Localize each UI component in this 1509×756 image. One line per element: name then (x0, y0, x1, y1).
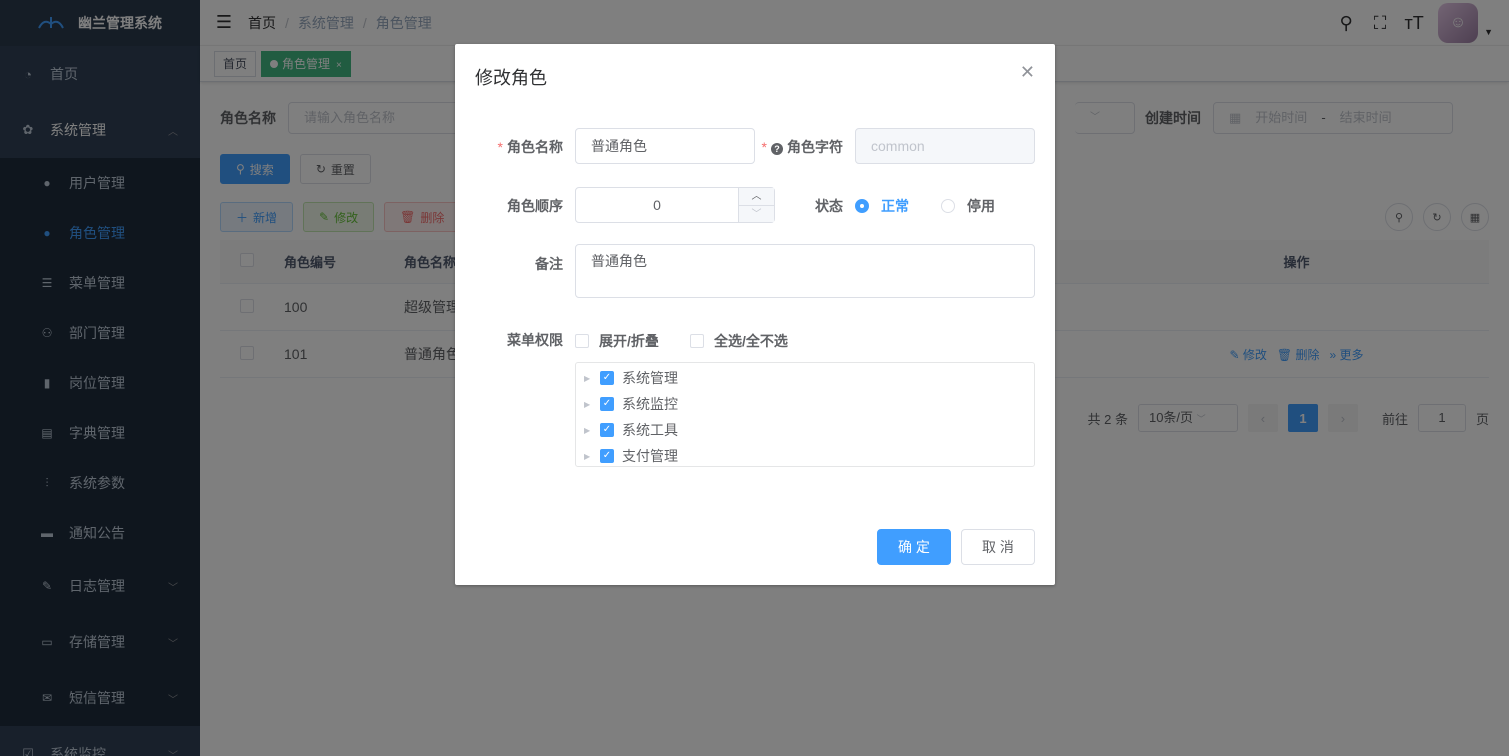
select-all-checkbox[interactable]: 全选/全不选 (690, 331, 788, 351)
close-icon[interactable]: ✕ (1020, 62, 1035, 83)
edit-role-dialog: 修改角色 ✕ * 角色名称 普通角色 *? 角色字符 common 角色顺序 0 ︿… (455, 44, 1055, 585)
status-radio-normal[interactable]: 正常 (855, 196, 909, 216)
radio-checked-icon (855, 199, 869, 213)
menu-tree: ▶ ✓ 系统管理 ▶ ✓ 系统监控 ▶ ✓ 系统工具 ▶ ✓ 支付管理 (575, 362, 1035, 467)
order-value[interactable]: 0 (576, 188, 738, 222)
checkbox-checked-icon[interactable]: ✓ (600, 397, 614, 411)
status-field-label: 状态 (815, 198, 843, 214)
tree-node[interactable]: ▶ ✓ 支付管理 (576, 443, 1034, 469)
question-icon[interactable]: ? (771, 143, 783, 155)
checkbox-checked-icon[interactable]: ✓ (600, 423, 614, 437)
caret-right-icon[interactable]: ▶ (584, 400, 600, 409)
checkbox-checked-icon[interactable]: ✓ (600, 449, 614, 463)
checkbox-icon (690, 334, 704, 348)
menu-perm-label: 菜单权限 (507, 332, 563, 348)
stepper-controls: ︿ ﹀ (738, 188, 774, 222)
tree-node[interactable]: ▶ ✓ 系统工具 (576, 417, 1034, 443)
caret-right-icon[interactable]: ▶ (584, 374, 600, 383)
cancel-button[interactable]: 取 消 (961, 529, 1035, 565)
decrease-icon[interactable]: ﹀ (739, 205, 774, 222)
dialog-title: 修改角色 (475, 68, 547, 88)
order-field-label: 角色顺序 (507, 198, 563, 214)
role-name-field[interactable]: 普通角色 (575, 128, 755, 164)
role-key-field-label: *? 角色字符 (761, 139, 843, 155)
tree-node[interactable]: ▶ ✓ 系统监控 (576, 391, 1034, 417)
tree-node[interactable]: ▶ ✓ 系统管理 (576, 365, 1034, 391)
role-name-field-label: * 角色名称 (497, 139, 563, 155)
increase-icon[interactable]: ︿ (739, 188, 774, 205)
checkbox-checked-icon[interactable]: ✓ (600, 371, 614, 385)
confirm-button[interactable]: 确 定 (877, 529, 951, 565)
role-key-field: common (855, 128, 1035, 164)
remark-textarea[interactable]: 普通角色 (575, 244, 1035, 298)
remark-field-label: 备注 (535, 256, 563, 272)
order-stepper[interactable]: 0 ︿ ﹀ (575, 187, 775, 223)
status-radio-disabled[interactable]: 停用 (941, 196, 995, 216)
expand-collapse-checkbox[interactable]: 展开/折叠 (575, 331, 659, 351)
caret-right-icon[interactable]: ▶ (584, 426, 600, 435)
radio-icon (941, 199, 955, 213)
caret-right-icon[interactable]: ▶ (584, 452, 600, 461)
checkbox-icon (575, 334, 589, 348)
